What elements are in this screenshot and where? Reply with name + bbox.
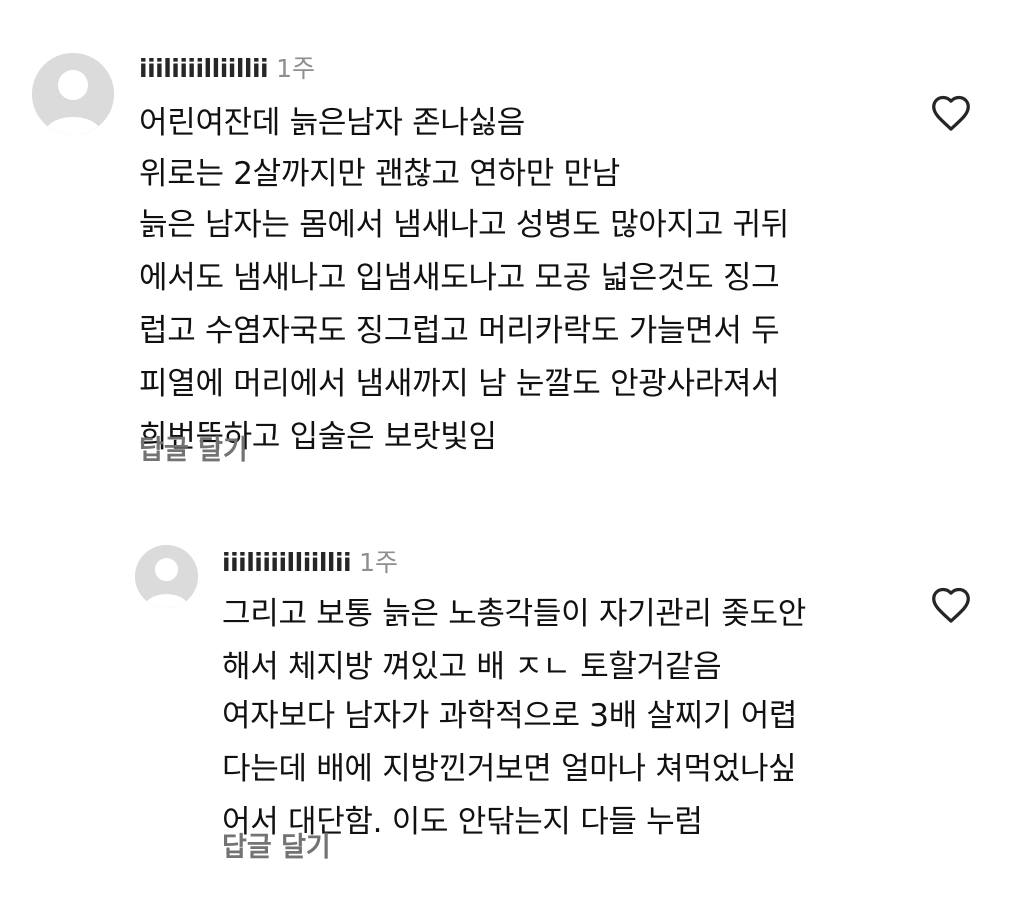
heart-outline-icon	[932, 95, 970, 131]
comment-paragraph: 어린여잔데 늙은남자 존나싫음	[139, 97, 525, 150]
like-button[interactable]	[930, 94, 972, 132]
default-avatar-icon	[135, 545, 198, 608]
comment-paragraph: 위로는 2살까지만 괜찮고 연하만 만남	[139, 148, 620, 201]
timestamp: 1주	[276, 54, 316, 83]
comment-meta: iiiliiiilliillii 1주	[139, 54, 315, 84]
comment-line: 해서 체지방 껴있고 배 ㅈㄴ 토할거같음	[222, 649, 722, 685]
username[interactable]: iiiliiiilliillii	[139, 54, 269, 83]
reply-comment: iiiliiiilliillii 1주 그리고 보통 늙은 노총각들이 자기관리 …	[0, 520, 1024, 908]
reply-button[interactable]: 답글 달기	[222, 832, 331, 864]
heart-outline-icon	[932, 587, 970, 623]
comment-line: 늙은 남자는 몸에서 냄새나고 성병도 많아지고 귀뒤	[139, 207, 789, 243]
comment-paragraph: 늙은 남자는 몸에서 냄새나고 성병도 많아지고 귀뒤 에서도 냄새나고 입냄새…	[139, 199, 789, 464]
avatar[interactable]	[32, 53, 114, 135]
like-button[interactable]	[930, 586, 972, 624]
timestamp: 1주	[359, 548, 399, 577]
comment-line: 다는데 배에 지방낀거보면 얼마나 쳐먹었나싶	[222, 751, 797, 787]
comment-line: 피열에 머리에서 냄새까지 남 눈깔도 안광사라져서	[139, 366, 780, 402]
comment-line: 에서도 냄새나고 입냄새도나고 모공 넓은것도 징그	[139, 260, 780, 296]
reply-button[interactable]: 답글 달기	[139, 435, 248, 467]
comment: iiiliiiilliillii 1주 어린여잔데 늙은남자 존나싫음 위로는 2…	[0, 0, 1024, 480]
comment-line: 여자보다 남자가 과학적으로 3배 살찌기 어렵	[222, 698, 798, 734]
comment-line: 어린여잔데 늙은남자 존나싫음	[139, 105, 525, 141]
comment-line: 위로는 2살까지만 괜찮고 연하만 만남	[139, 156, 620, 192]
comment-line: 럽고 수염자국도 징그럽고 머리카락도 가늘면서 두	[139, 313, 780, 349]
comment-paragraph: 여자보다 남자가 과학적으로 3배 살찌기 어렵 다는데 배에 지방낀거보면 얼…	[222, 690, 797, 849]
avatar[interactable]	[135, 545, 198, 608]
comment-meta: iiiliiiilliillii 1주	[222, 548, 398, 578]
username[interactable]: iiiliiiilliillii	[222, 548, 352, 577]
comment-line: 그리고 보통 늙은 노총각들이 자기관리 좆도안	[222, 596, 806, 632]
comment-paragraph: 그리고 보통 늙은 노총각들이 자기관리 좆도안 해서 체지방 껴있고 배 ㅈㄴ…	[222, 588, 806, 694]
default-avatar-icon	[32, 53, 114, 135]
